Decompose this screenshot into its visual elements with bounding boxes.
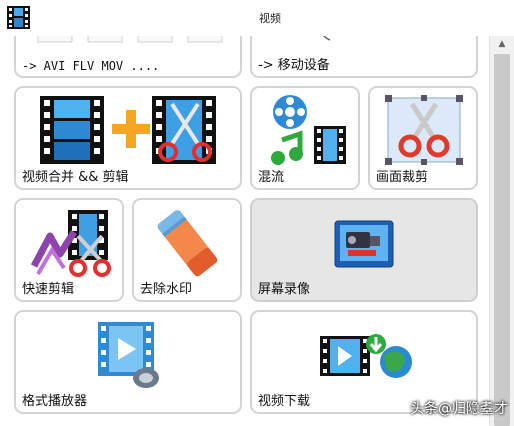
mobile-device-tile[interactable]: -> 移动设备 xyxy=(250,36,478,78)
vertical-scrollbar[interactable]: ▲ xyxy=(489,36,514,426)
mux-tile[interactable]: 混流 xyxy=(250,86,360,190)
video-download-icon xyxy=(320,334,412,378)
remove-watermark-tile[interactable]: 去除水印 xyxy=(132,198,242,302)
player-label: 格式播放器 xyxy=(22,394,88,409)
merge-edit-tile[interactable]: 视频合并 && 剪辑 xyxy=(14,86,242,190)
convert-format-tile[interactable]: -> AVI FLV MOV .... xyxy=(14,36,242,78)
crop-label: 画面裁剪 xyxy=(376,170,429,185)
screen-record-tile[interactable]: 屏幕录像 xyxy=(250,198,478,302)
merge-edit-icon xyxy=(40,96,216,164)
player-tile[interactable]: 格式播放器 xyxy=(14,310,242,414)
player-icon xyxy=(98,322,159,388)
screen-record-label: 屏幕录像 xyxy=(258,282,311,297)
fast-cut-icon xyxy=(30,210,111,277)
eraser-icon xyxy=(157,210,218,277)
video-download-label: 视频下载 xyxy=(258,394,311,409)
watermark-text: 头条@归隐耋才 xyxy=(410,401,508,417)
merge-edit-label: 视频合并 && 剪辑 xyxy=(22,170,129,185)
format-strip-icon xyxy=(37,36,223,43)
scroll-up-icon[interactable]: ▲ xyxy=(490,36,514,52)
crop-tile[interactable]: 画面裁剪 xyxy=(368,86,478,190)
film-reel-music-icon xyxy=(271,95,346,165)
tile-grid: -> AVI FLV MOV .... -> 移动设备 视频合并 && 剪辑 混… xyxy=(0,36,488,426)
scroll-thumb[interactable] xyxy=(494,54,510,426)
convert-format-label: -> AVI FLV MOV .... xyxy=(22,59,160,73)
fast-cut-label: 快速剪辑 xyxy=(22,282,75,297)
remove-watermark-label: 去除水印 xyxy=(140,282,193,297)
fast-cut-tile[interactable]: 快速剪辑 xyxy=(14,198,124,302)
mobile-device-icon xyxy=(323,36,331,41)
mux-label: 混流 xyxy=(258,170,285,185)
mobile-device-label: -> 移动设备 xyxy=(258,58,330,73)
screen-recorder-icon xyxy=(334,220,394,268)
crop-scissors-icon xyxy=(385,95,463,165)
window-title: 视频 xyxy=(259,12,281,25)
title-bar: 视频 xyxy=(0,0,514,36)
